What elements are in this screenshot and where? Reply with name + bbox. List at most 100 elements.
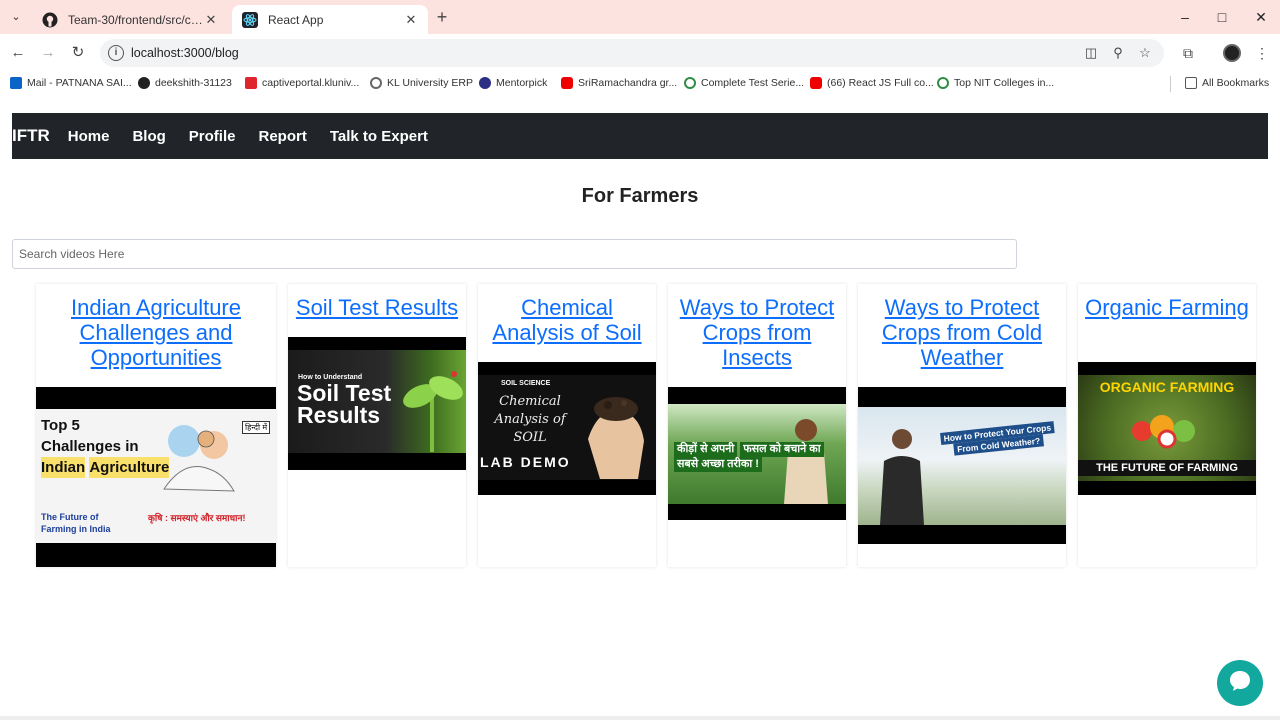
- bookmark-item[interactable]: deekshith-31123: [138, 77, 232, 89]
- sprout-illustration: [398, 356, 466, 452]
- extensions-icon[interactable]: ⧉: [1178, 43, 1198, 63]
- react-icon: [242, 11, 258, 28]
- new-tab-icon[interactable]: +: [434, 7, 450, 27]
- tab-github[interactable]: Team-30/frontend/src/compon ✕: [32, 5, 228, 34]
- video-title-link[interactable]: Chemical Analysis of Soil: [478, 284, 656, 345]
- video-title-link[interactable]: Ways to Protect Crops from Cold Weather: [858, 284, 1066, 370]
- bookmark-label: (66) React JS Full co...: [827, 77, 934, 89]
- video-thumbnail[interactable]: SOIL SCIENCE Chemical Analysis of SOIL L…: [478, 362, 656, 495]
- chat-widget-button[interactable]: [1217, 660, 1263, 706]
- thumb-text: सबसे अच्छा तरीका !: [674, 457, 762, 472]
- close-tab-icon[interactable]: ✕: [404, 12, 418, 28]
- bookmark-label: captiveportal.kluniv...: [262, 77, 360, 89]
- thumb-text: फसल को बचाने का: [740, 442, 824, 457]
- video-card: Ways to Protect Crops from Insects कीड़ो…: [668, 284, 846, 567]
- avatar[interactable]: [1223, 44, 1241, 62]
- tab-title: Team-30/frontend/src/compon: [68, 12, 204, 27]
- bookmark-star-icon[interactable]: ☆: [1137, 45, 1153, 61]
- github-icon: [138, 77, 150, 89]
- back-icon[interactable]: ←: [8, 43, 28, 63]
- bookmark-item[interactable]: Mentorpick: [479, 77, 547, 89]
- outlook-icon: [10, 77, 22, 89]
- tab-react-app[interactable]: React App ✕: [232, 5, 428, 34]
- thumb-text: Indian: [41, 457, 86, 478]
- video-thumbnail[interactable]: How to Understand Soil Test Results: [288, 337, 466, 470]
- browser-toolbar: ← → ↻ i localhost:3000/blog ◫ ⚲ ☆ ⧉ ⋮: [0, 34, 1280, 72]
- all-bookmarks[interactable]: All Bookmarks: [1185, 77, 1269, 89]
- thumb-text: Analysis of: [494, 412, 566, 427]
- video-card: Chemical Analysis of Soil SOIL SCIENCE C…: [478, 284, 656, 567]
- gear-icon: [370, 77, 382, 89]
- thumb-text: The Future of: [41, 512, 99, 522]
- reload-icon[interactable]: ↻: [68, 43, 88, 63]
- thumb-text: Farming in India: [41, 524, 111, 534]
- thumb-text: LAB DEMO: [480, 454, 571, 470]
- all-bookmarks-label: All Bookmarks: [1202, 77, 1270, 89]
- nav-link-home[interactable]: Home: [68, 128, 110, 145]
- thumb-text: Chemical: [499, 394, 561, 409]
- bookmark-item[interactable]: KL University ERP: [370, 77, 473, 89]
- address-bar[interactable]: i localhost:3000/blog ◫ ⚲ ☆: [100, 39, 1164, 67]
- close-window-icon[interactable]: ✕: [1251, 8, 1271, 26]
- thumb-text: Soil Test: [297, 380, 392, 406]
- mentorpick-icon: [479, 77, 491, 89]
- tab-title: React App: [268, 12, 324, 27]
- url-text: localhost:3000/blog: [131, 46, 239, 60]
- nav-link-talk-to-expert[interactable]: Talk to Expert: [330, 128, 428, 145]
- bookmark-label: Mail - PATNANA SAI...: [27, 77, 132, 89]
- video-title-link[interactable]: Ways to Protect Crops from Insects: [668, 284, 846, 370]
- bookmark-label: Mentorpick: [496, 77, 548, 89]
- video-thumbnail[interactable]: Top 5 Challenges in Indian Agriculture T…: [36, 387, 276, 567]
- youtube-icon: [561, 77, 573, 89]
- video-title-link[interactable]: Organic Farming: [1078, 284, 1256, 320]
- zoom-icon[interactable]: ⚲: [1110, 45, 1126, 61]
- video-thumbnail[interactable]: How to Protect Your Crops From Cold Weat…: [858, 387, 1066, 544]
- forward-icon[interactable]: →: [38, 43, 58, 63]
- link-icon: [937, 77, 949, 89]
- bookmark-item[interactable]: Complete Test Serie...: [684, 77, 804, 89]
- bookmark-item[interactable]: Top NIT Colleges in...: [937, 77, 1054, 89]
- video-thumbnail[interactable]: ORGANIC FARMING THE FUTURE OF FARMING: [1078, 362, 1256, 495]
- bookmark-label: SriRamachandra gr...: [578, 77, 678, 89]
- nav-link-report[interactable]: Report: [258, 128, 306, 145]
- thumb-text: कीड़ों से अपनी: [674, 442, 738, 457]
- page-title: For Farmers: [581, 185, 699, 207]
- bookmark-item[interactable]: (66) React JS Full co...: [810, 77, 934, 89]
- brand-logo[interactable]: IFTR: [12, 126, 50, 146]
- bookmark-label: KL University ERP: [387, 77, 473, 89]
- language-badge: हिन्दी में: [242, 421, 271, 434]
- video-card: Soil Test Results How to Understand Soil…: [288, 284, 466, 567]
- install-app-icon[interactable]: ◫: [1083, 45, 1099, 61]
- farmer-photo: [876, 421, 928, 525]
- hand-with-soil-illustration: [578, 379, 654, 479]
- close-tab-icon[interactable]: ✕: [204, 12, 218, 28]
- browser-tab-strip: ⌄ Team-30/frontend/src/compon ✕ React Ap…: [0, 0, 1280, 34]
- search-input[interactable]: [12, 239, 1017, 269]
- bookmark-item[interactable]: SriRamachandra gr...: [561, 77, 677, 89]
- chat-bubble-icon: [1227, 668, 1253, 699]
- bookmark-label: Top NIT Colleges in...: [954, 77, 1055, 89]
- tab-search-icon[interactable]: ⌄: [6, 8, 26, 26]
- bookmark-item[interactable]: Mail - PATNANA SAI...: [10, 77, 132, 89]
- maximize-icon[interactable]: □: [1212, 8, 1232, 26]
- minimize-icon[interactable]: –: [1175, 8, 1195, 26]
- thumb-text: कृषि : समस्याएं और समाधान!: [148, 513, 246, 523]
- menu-icon[interactable]: ⋮: [1252, 43, 1272, 63]
- site-info-icon[interactable]: i: [108, 45, 124, 61]
- video-title-link[interactable]: Indian Agriculture Challenges and Opport…: [36, 284, 276, 370]
- thumb-text: Challenges in: [41, 438, 139, 455]
- thumb-text: ORGANIC FARMING: [1099, 379, 1235, 395]
- bookmark-label: Complete Test Serie...: [701, 77, 805, 89]
- app-navbar: IFTR Home Blog Profile Report Talk to Ex…: [12, 113, 1268, 159]
- bookmarks-divider: [1170, 76, 1171, 92]
- bookmark-item[interactable]: captiveportal.kluniv...: [245, 77, 359, 89]
- video-title-link[interactable]: Soil Test Results: [288, 284, 466, 320]
- youtube-icon: [810, 77, 822, 89]
- nav-link-profile[interactable]: Profile: [189, 128, 236, 145]
- video-thumbnail[interactable]: कीड़ों से अपनी फसल को बचाने का सबसे अच्छ…: [668, 387, 846, 520]
- thumb-text: Results: [297, 402, 381, 428]
- nav-link-blog[interactable]: Blog: [132, 128, 165, 145]
- video-card: Indian Agriculture Challenges and Opport…: [36, 284, 276, 567]
- thumb-text: SOIL SCIENCE: [501, 380, 551, 387]
- thumb-text: THE FUTURE OF FARMING: [1078, 460, 1256, 476]
